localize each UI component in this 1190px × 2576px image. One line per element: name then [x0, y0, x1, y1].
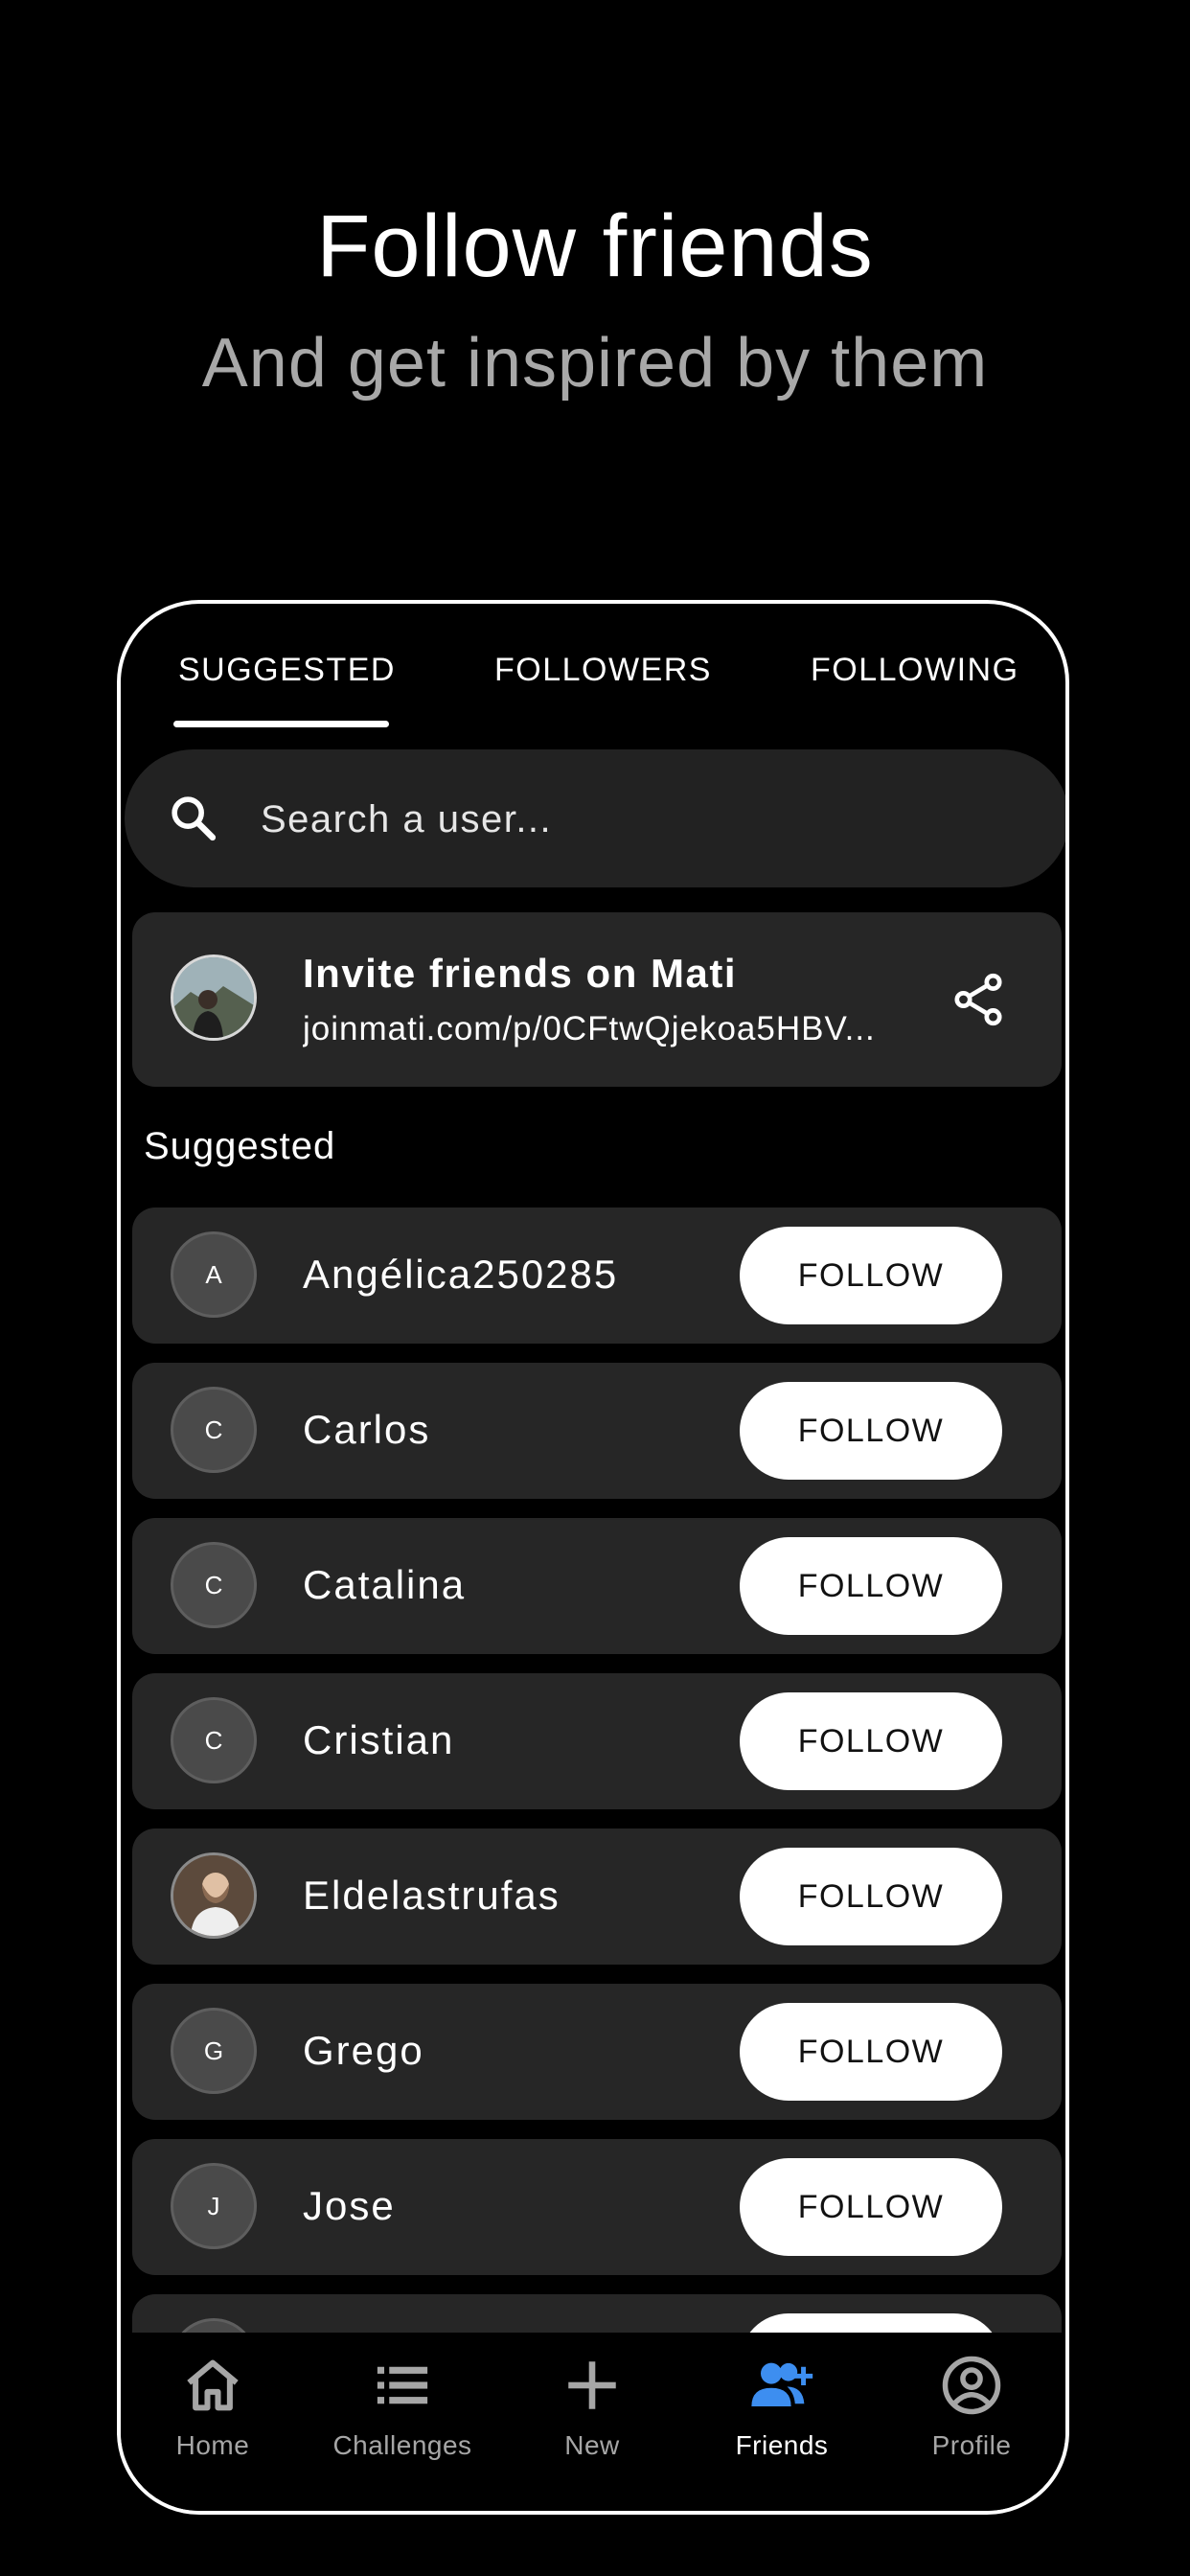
phone-frame: SUGGESTED FOLLOWERS FOLLOWING Invite fri…	[117, 600, 1069, 2515]
search-icon	[172, 796, 217, 841]
user-name: Eldelastrufas	[303, 1873, 561, 1918]
add-friend-icon	[751, 2362, 813, 2406]
list-item[interactable]: C Carlos FOLLOW	[132, 1363, 1062, 1499]
follow-button[interactable]: FOLLOW	[740, 1848, 1002, 1945]
follow-button[interactable]: FOLLOW	[740, 2003, 1002, 2101]
nav-profile[interactable]: Profile	[885, 2354, 1058, 2461]
invite-card[interactable]: Invite friends on Mati joinmati.com/p/0C…	[132, 912, 1062, 1087]
avatar: C	[171, 1542, 257, 1628]
list-item[interactable]: G Grego FOLLOW	[132, 1984, 1062, 2120]
tab-followers[interactable]: FOLLOWERS	[494, 652, 712, 689]
active-tab-indicator	[173, 721, 389, 727]
list-item[interactable]: C Catalina FOLLOW	[132, 1518, 1062, 1654]
tab-suggested[interactable]: SUGGESTED	[178, 652, 396, 689]
follow-button[interactable]: FOLLOW	[740, 1227, 1002, 1324]
hero-subtitle: And get inspired by them	[201, 325, 989, 402]
list-icon	[377, 2366, 428, 2404]
search-input[interactable]	[259, 788, 1010, 851]
list-item[interactable]: A Angélica250285 FOLLOW	[132, 1208, 1062, 1344]
hero-title: Follow friends	[316, 197, 874, 295]
user-name: Grego	[303, 2028, 424, 2073]
home-icon	[187, 2359, 239, 2411]
follow-button[interactable]: FOLLOW	[740, 1692, 1002, 1790]
list-item[interactable]: J Jose FOLLOW	[132, 2139, 1062, 2275]
user-name: Carlos	[303, 1407, 431, 1452]
plus-icon	[568, 2361, 616, 2409]
user-photo	[173, 1855, 254, 1936]
avatar: G	[171, 2008, 257, 2094]
nav-label: Profile	[931, 2430, 1012, 2460]
invite-title: Invite friends on Mati	[303, 951, 738, 996]
tab-bar: SUGGESTED FOLLOWERS FOLLOWING	[121, 604, 1065, 732]
user-name: Cristian	[303, 1717, 455, 1762]
list-item[interactable]: C Cristian FOLLOW	[132, 1673, 1062, 1809]
search-bar[interactable]	[125, 749, 1065, 887]
user-name: Catalina	[303, 1562, 467, 1607]
avatar: A	[171, 1231, 257, 1318]
avatar: C	[171, 1387, 257, 1473]
nav-new[interactable]: New	[506, 2354, 678, 2461]
nav-label: Friends	[735, 2430, 829, 2460]
follow-button[interactable]: FOLLOW	[740, 2158, 1002, 2256]
nav-label: Challenges	[332, 2430, 472, 2460]
avatar: J	[171, 2163, 257, 2249]
avatar	[171, 1852, 257, 1939]
profile-photo	[173, 957, 254, 1038]
follow-button[interactable]: FOLLOW	[740, 1382, 1002, 1480]
bottom-nav: Home Challenges New Friends Profile	[121, 2333, 1065, 2511]
section-label-suggested: Suggested	[144, 1125, 336, 1167]
nav-label: Home	[175, 2430, 250, 2460]
list-item[interactable]: Eldelastrufas FOLLOW	[132, 1828, 1062, 1965]
user-name: Angélica250285	[303, 1252, 619, 1297]
follow-button[interactable]: FOLLOW	[740, 1537, 1002, 1635]
tab-following[interactable]: FOLLOWING	[811, 652, 1019, 689]
nav-home[interactable]: Home	[126, 2354, 299, 2461]
nav-challenges[interactable]: Challenges	[316, 2354, 489, 2461]
invite-avatar	[171, 954, 257, 1041]
avatar: C	[171, 1697, 257, 1783]
user-name: Jose	[303, 2183, 396, 2228]
invite-link[interactable]: joinmati.com/p/0CFtwQjekoa5HBV...	[303, 1010, 897, 1048]
nav-friends[interactable]: Friends	[696, 2354, 868, 2461]
profile-icon	[942, 2356, 1001, 2415]
nav-label: New	[564, 2430, 620, 2460]
share-icon[interactable]	[949, 970, 1008, 1029]
